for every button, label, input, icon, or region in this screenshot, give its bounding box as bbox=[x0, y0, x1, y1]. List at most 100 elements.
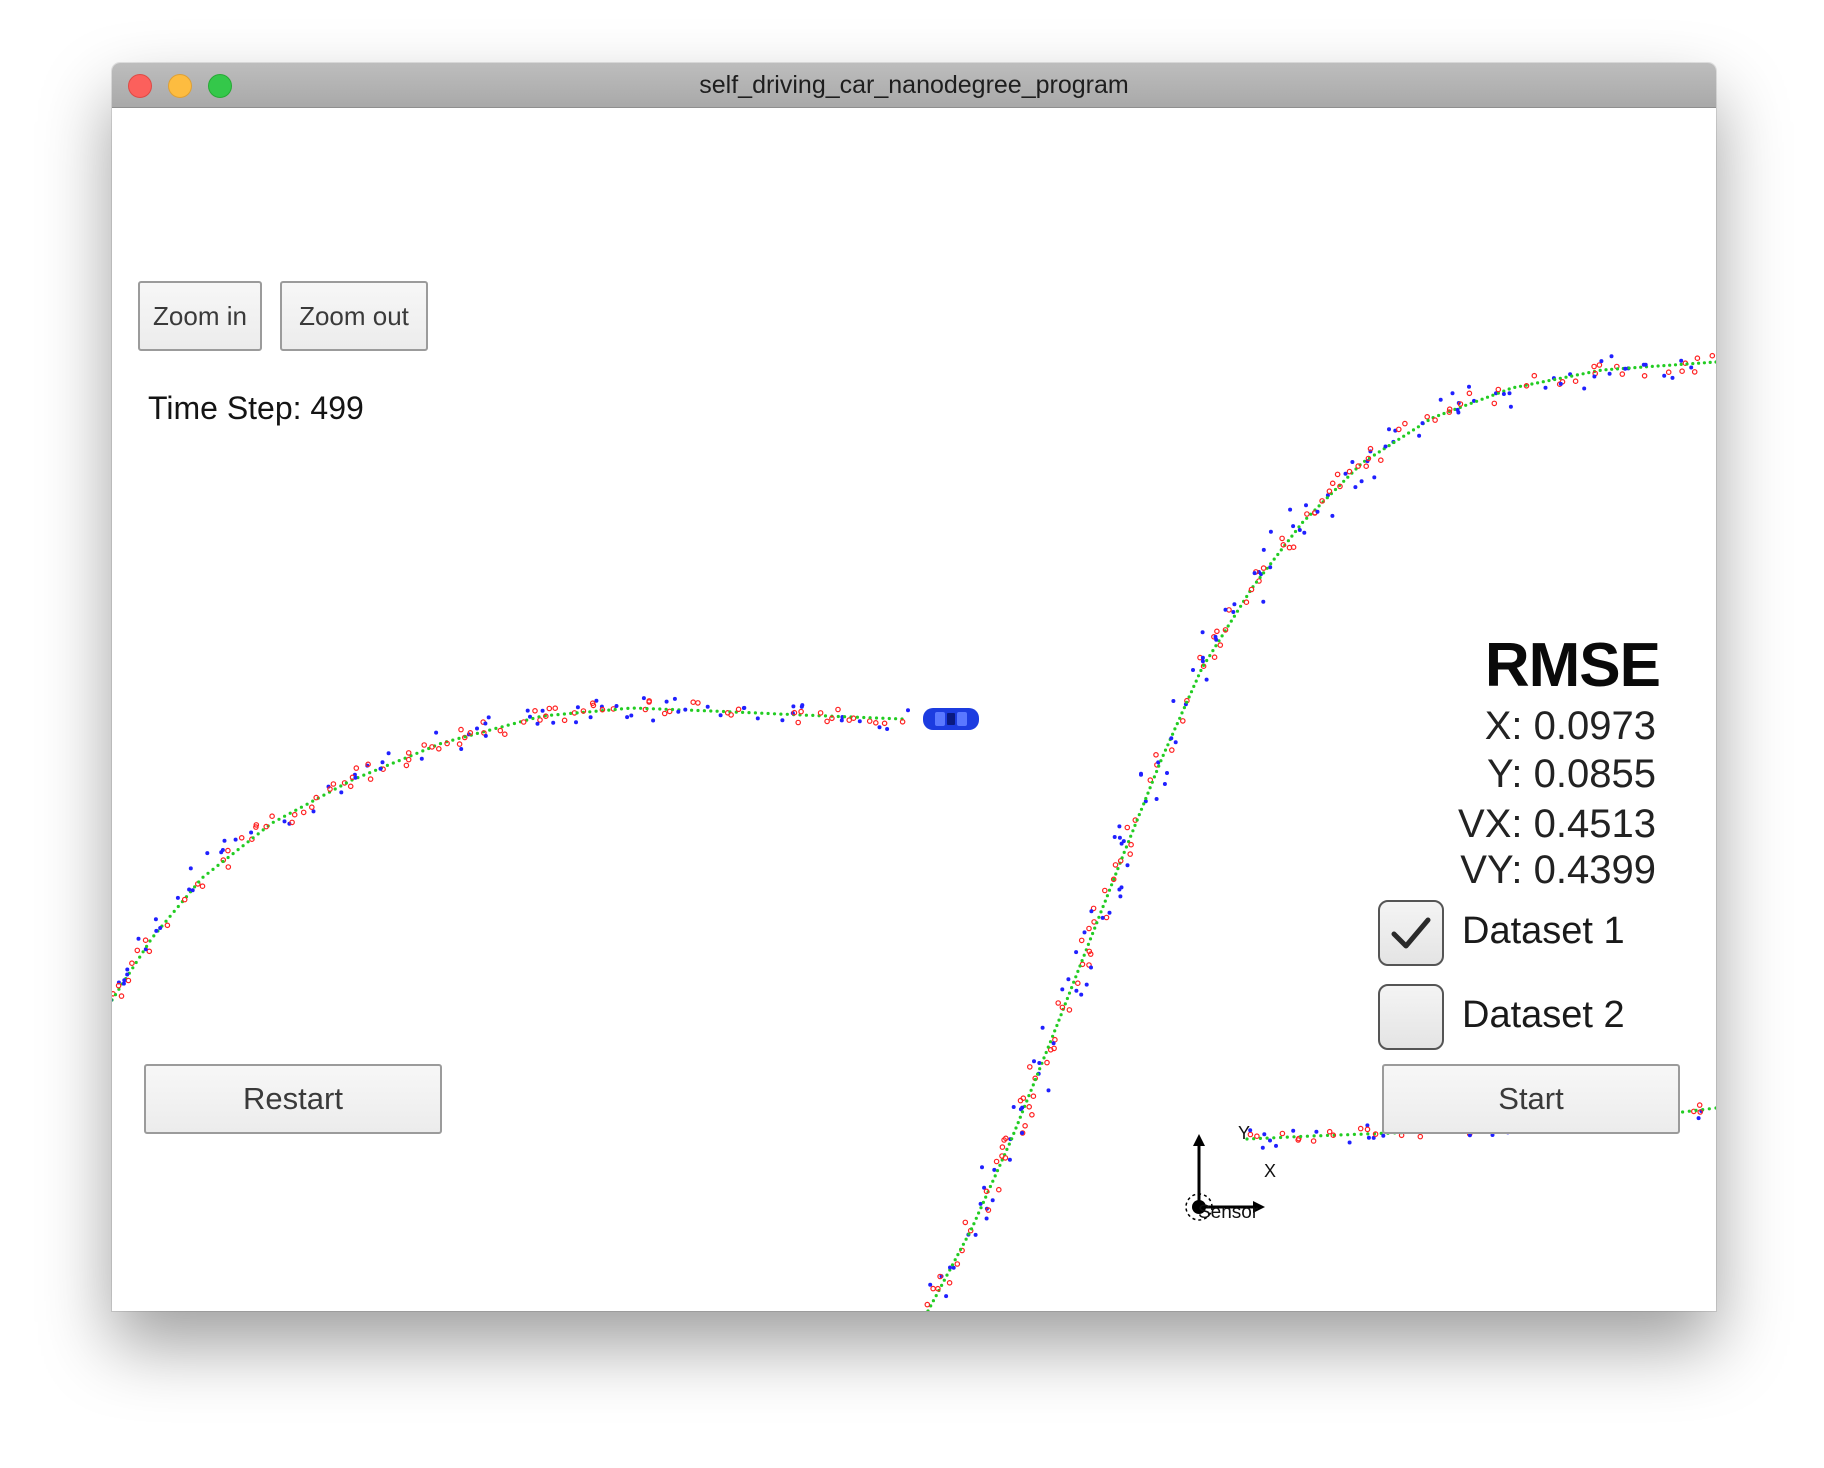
radar-marker bbox=[944, 1294, 949, 1299]
ground-truth-marker bbox=[1146, 791, 1150, 795]
ground-truth-marker bbox=[988, 1184, 993, 1189]
ground-truth-marker bbox=[1407, 431, 1411, 435]
lidar-marker bbox=[458, 726, 464, 733]
lidar-marker bbox=[1466, 390, 1473, 397]
ground-truth-marker bbox=[645, 707, 649, 711]
ground-truth-marker bbox=[1099, 910, 1103, 914]
ground-truth-marker bbox=[1301, 520, 1305, 524]
ground-truth-marker bbox=[1317, 504, 1321, 508]
ground-truth-marker bbox=[1276, 552, 1280, 557]
ground-truth-marker bbox=[1131, 829, 1135, 833]
ground-truth-marker bbox=[1202, 663, 1206, 668]
lidar-marker bbox=[1531, 372, 1538, 379]
ground-truth-marker bbox=[1229, 619, 1233, 623]
lidar-marker bbox=[1112, 862, 1119, 868]
lidar-marker bbox=[118, 993, 125, 999]
ground-truth-marker bbox=[1297, 525, 1301, 529]
lidar-marker bbox=[1432, 417, 1438, 423]
lidar-marker bbox=[999, 1144, 1006, 1150]
ground-truth-marker bbox=[1059, 1013, 1063, 1017]
ground-truth-marker bbox=[747, 711, 751, 715]
dataset-2-label[interactable]: Dataset 2 bbox=[1462, 994, 1625, 1037]
ground-truth-marker bbox=[1377, 450, 1381, 454]
lidar-marker bbox=[1495, 386, 1502, 393]
ground-truth-marker bbox=[1074, 975, 1078, 979]
ground-truth-marker bbox=[991, 1179, 995, 1183]
ground-truth-marker bbox=[362, 773, 366, 777]
ground-truth-marker bbox=[1192, 684, 1196, 689]
radar-marker bbox=[906, 708, 910, 713]
lidar-marker bbox=[962, 1219, 969, 1226]
restart-button[interactable]: Restart bbox=[144, 1064, 442, 1134]
ground-truth-marker bbox=[1681, 1110, 1685, 1114]
ground-truth-marker bbox=[969, 1227, 974, 1231]
ground-truth-marker bbox=[283, 814, 287, 818]
zoom-in-button[interactable]: Zoom in bbox=[138, 281, 262, 351]
radar-marker bbox=[1261, 599, 1266, 604]
lidar-marker bbox=[1217, 642, 1224, 648]
zoom-out-button[interactable]: Zoom out bbox=[280, 281, 428, 351]
ground-truth-marker bbox=[690, 708, 694, 712]
ground-truth-marker bbox=[550, 713, 554, 717]
rmse-row-vx: VX: 0.4513 bbox=[1458, 802, 1656, 847]
ground-truth-marker bbox=[993, 1174, 997, 1178]
radar-marker bbox=[1670, 375, 1675, 380]
radar-marker bbox=[282, 819, 287, 824]
radar-marker bbox=[1200, 655, 1205, 660]
radar-marker bbox=[1231, 610, 1236, 614]
radar-marker bbox=[1261, 547, 1266, 552]
ground-truth-marker bbox=[862, 715, 866, 720]
lidar-marker bbox=[1214, 628, 1220, 635]
ground-truth-marker bbox=[1239, 604, 1243, 608]
ground-truth-marker bbox=[556, 713, 560, 717]
lidar-marker bbox=[435, 745, 442, 752]
ground-truth-marker bbox=[1116, 867, 1120, 871]
radar-marker bbox=[791, 704, 796, 709]
rmse-value-x: 0.0973 bbox=[1533, 704, 1656, 748]
radar-marker bbox=[992, 1167, 997, 1172]
ground-truth-marker bbox=[397, 759, 401, 763]
lidar-marker bbox=[1696, 1102, 1703, 1108]
radar-marker bbox=[1609, 354, 1614, 359]
start-button[interactable]: Start bbox=[1382, 1064, 1680, 1134]
ground-truth-marker bbox=[1598, 368, 1602, 372]
ground-truth-marker bbox=[588, 710, 592, 714]
ground-truth-marker bbox=[607, 708, 611, 712]
radar-marker bbox=[1467, 384, 1471, 389]
lidar-marker bbox=[134, 947, 141, 954]
ground-truth-marker bbox=[1095, 921, 1099, 925]
ground-truth-marker bbox=[241, 844, 245, 848]
ground-truth-marker bbox=[261, 828, 265, 832]
radar-marker bbox=[125, 972, 130, 977]
ground-truth-marker bbox=[1262, 571, 1266, 575]
ground-truth-marker bbox=[113, 993, 118, 997]
radar-marker bbox=[353, 775, 358, 780]
ground-truth-marker bbox=[1639, 365, 1643, 369]
ground-truth-marker bbox=[632, 706, 636, 710]
dataset-1-checkbox[interactable] bbox=[1378, 900, 1444, 966]
ground-truth-marker bbox=[1048, 1040, 1053, 1044]
ground-truth-marker bbox=[1005, 1147, 1009, 1151]
ground-truth-marker bbox=[626, 706, 630, 711]
ground-truth-marker bbox=[1442, 411, 1446, 416]
ground-truth-marker bbox=[575, 711, 579, 715]
ground-truth-marker bbox=[981, 1200, 986, 1204]
ground-truth-marker bbox=[1161, 753, 1165, 758]
dataset-2-checkbox[interactable] bbox=[1378, 984, 1444, 1050]
lidar-marker bbox=[1066, 1007, 1073, 1013]
lidar-marker bbox=[532, 707, 538, 714]
ground-truth-marker bbox=[299, 805, 303, 809]
radar-marker bbox=[1089, 965, 1093, 970]
lidar-marker bbox=[1101, 887, 1108, 894]
lidar-marker bbox=[735, 706, 742, 713]
ground-truth-marker bbox=[1553, 377, 1557, 382]
radar-marker bbox=[1118, 894, 1123, 899]
simulator-viewport[interactable]: Zoom in Zoom out Time Step: 499 RMSE X: … bbox=[112, 108, 1716, 1311]
ground-truth-marker bbox=[1387, 444, 1391, 448]
radar-marker bbox=[980, 1165, 984, 1170]
ground-truth-marker bbox=[1042, 1056, 1046, 1060]
ground-truth-marker bbox=[164, 919, 168, 923]
radar-marker bbox=[1315, 509, 1320, 514]
radar-marker bbox=[973, 1232, 978, 1237]
dataset-1-label[interactable]: Dataset 1 bbox=[1462, 910, 1625, 953]
